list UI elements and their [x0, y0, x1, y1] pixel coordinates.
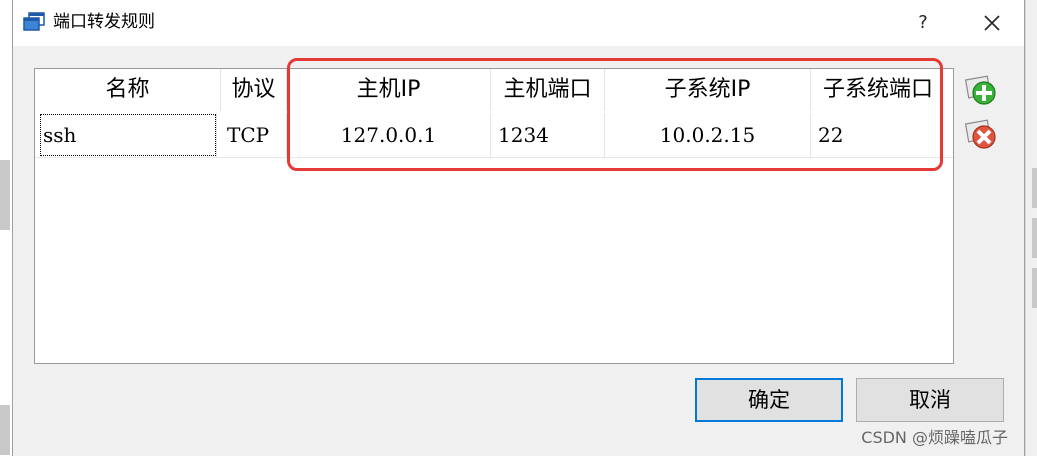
background-strip — [1032, 268, 1037, 308]
column-header-protocol[interactable]: 协议 — [221, 69, 287, 111]
background-strip — [0, 405, 10, 455]
cell-name[interactable]: ssh — [39, 113, 217, 157]
help-button[interactable]: ? — [908, 10, 938, 36]
remove-rule-icon[interactable] — [963, 116, 999, 152]
cell-protocol[interactable]: TCP — [221, 113, 287, 157]
background-strip — [1032, 218, 1037, 258]
port-forwarding-dialog: 端口转发规则 ? 名称 协议 主机IP 主机端口 子系统IP 子系统端口 ssh… — [12, 0, 1025, 456]
background-strip — [1032, 168, 1037, 208]
red-highlight-box — [287, 58, 943, 171]
background-window-left — [0, 0, 12, 456]
close-icon[interactable] — [975, 8, 1009, 38]
watermark: CSDN @烦躁嗑瓜子 — [861, 428, 1008, 447]
background-window-right — [1025, 0, 1037, 456]
background-strip — [0, 160, 10, 230]
app-window-icon — [23, 12, 45, 32]
ok-button[interactable]: 确定 — [695, 378, 843, 422]
window-title: 端口转发规则 — [53, 12, 155, 32]
title-bar: 端口转发规则 ? — [13, 0, 1024, 46]
add-rule-icon[interactable] — [963, 72, 999, 108]
column-header-name[interactable]: 名称 — [35, 69, 221, 111]
cancel-button[interactable]: 取消 — [856, 378, 1004, 422]
